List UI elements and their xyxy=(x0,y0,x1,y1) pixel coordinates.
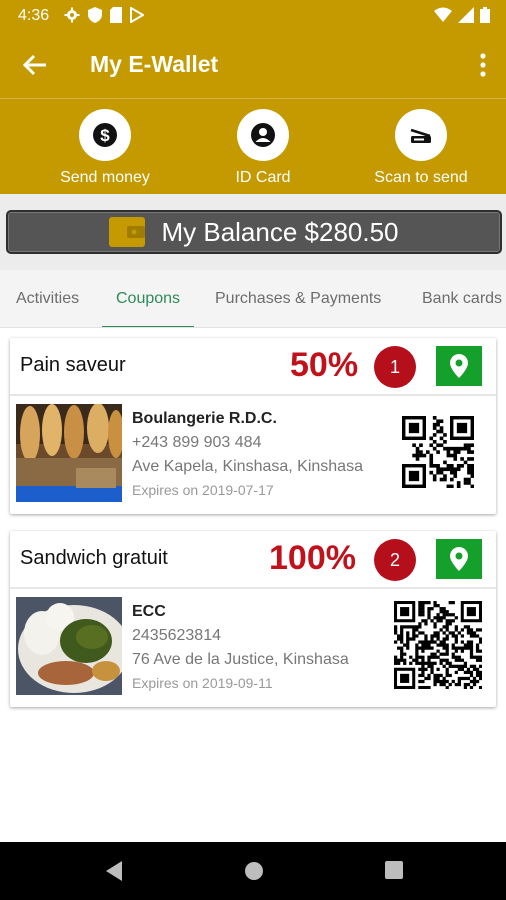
wifi-icon xyxy=(434,7,452,22)
coupon-card[interactable]: Sandwich gratuit 100% 2 ECC 2435623814 7… xyxy=(10,531,496,707)
id-card-button[interactable]: ID Card xyxy=(193,109,333,187)
tab-activities[interactable]: Activities xyxy=(16,270,79,327)
merchant-address: 76 Ave de la Justice, Kinshasa xyxy=(132,651,349,668)
coupon-body: Boulangerie R.D.C. +243 899 903 484 Ave … xyxy=(10,396,496,514)
coupon-header: Pain saveur 50% 1 xyxy=(10,338,496,396)
balance-section: My Balance $280.50 xyxy=(0,194,506,270)
merchant-phone: 2435623814 xyxy=(132,627,221,644)
send-money-circle: $ xyxy=(79,109,131,161)
battery-icon xyxy=(480,7,490,23)
coupon-number-badge: 2 xyxy=(374,539,416,581)
qr-code[interactable] xyxy=(394,601,482,689)
shield-icon xyxy=(88,7,102,23)
merchant-info: Boulangerie R.D.C. +243 899 903 484 Ave … xyxy=(132,410,368,498)
nav-recents-icon[interactable] xyxy=(384,860,404,880)
coupon-header: Sandwich gratuit 100% 2 xyxy=(10,531,496,589)
wallet-icon xyxy=(109,217,146,247)
qr-code[interactable] xyxy=(402,416,474,488)
status-icons-left xyxy=(64,7,144,23)
merchant-phone: +243 899 903 484 xyxy=(132,434,262,451)
send-money-label: Send money xyxy=(60,169,150,186)
nav-back-icon[interactable] xyxy=(104,860,124,882)
app-bar: My E-Wallet xyxy=(0,32,506,98)
status-bar: 4:36 xyxy=(0,0,506,32)
coupon-name: Pain saveur xyxy=(20,354,126,376)
back-arrow-icon[interactable] xyxy=(22,52,48,78)
balance-bar[interactable]: My Balance $280.50 xyxy=(6,210,502,254)
balance-text: My Balance $280.50 xyxy=(161,216,399,247)
bread-photo xyxy=(16,404,122,502)
person-icon xyxy=(251,123,275,147)
settings-icon xyxy=(64,7,80,23)
scan-to-send-button[interactable]: Scan to send xyxy=(351,109,491,187)
signal-icon xyxy=(458,7,474,23)
location-button[interactable] xyxy=(436,346,482,386)
system-nav-bar xyxy=(0,842,506,900)
app-screen: 4:36 My E-Wallet $ Send money ID Card Sc… xyxy=(0,0,506,900)
id-card-circle xyxy=(237,109,289,161)
expiry-date: Expires on 2019-09-11 xyxy=(132,675,273,691)
status-icons-right xyxy=(434,7,490,23)
quick-actions: $ Send money ID Card Scan to send xyxy=(0,98,506,194)
tab-bank-cards[interactable]: Bank cards xyxy=(422,270,502,327)
merchant-name: ECC xyxy=(132,603,166,620)
scan-to-send-circle xyxy=(395,109,447,161)
merchant-info: ECC 2435623814 76 Ave de la Justice, Kin… xyxy=(132,603,368,691)
more-vert-icon[interactable] xyxy=(478,52,488,78)
nav-home-icon[interactable] xyxy=(243,860,265,882)
location-pin-icon xyxy=(450,354,468,378)
coupon-card[interactable]: Pain saveur 50% 1 Boulangerie R.D.C. +24… xyxy=(10,338,496,514)
id-card-label: ID Card xyxy=(235,169,291,186)
page-title: My E-Wallet xyxy=(90,51,219,77)
coupon-discount: 100% xyxy=(269,539,356,577)
tab-purchases-payments[interactable]: Purchases & Payments xyxy=(215,270,381,327)
send-money-button[interactable]: $ Send money xyxy=(35,109,175,187)
location-button[interactable] xyxy=(436,539,482,579)
tab-coupons[interactable]: Coupons xyxy=(101,270,195,327)
dollar-icon: $ xyxy=(93,123,117,147)
coupon-number-badge: 1 xyxy=(374,346,416,388)
play-store-icon xyxy=(130,7,144,23)
svg-text:$: $ xyxy=(100,126,110,145)
tab-bar: Activities Coupons Purchases & Payments … xyxy=(0,270,506,328)
merchant-address: Ave Kapela, Kinshasa, Kinshasa xyxy=(132,458,363,475)
status-time: 4:36 xyxy=(18,7,50,24)
location-pin-icon xyxy=(450,547,468,571)
coupon-name: Sandwich gratuit xyxy=(20,547,168,569)
scan-to-send-label: Scan to send xyxy=(374,169,468,186)
expiry-date: Expires on 2019-07-17 xyxy=(132,482,274,498)
coupon-body: ECC 2435623814 76 Ave de la Justice, Kin… xyxy=(10,589,496,707)
scanner-icon xyxy=(410,128,431,143)
sd-card-icon xyxy=(110,7,122,23)
food-photo xyxy=(16,597,122,695)
coupon-discount: 50% xyxy=(290,346,359,384)
merchant-name: Boulangerie R.D.C. xyxy=(132,410,277,427)
